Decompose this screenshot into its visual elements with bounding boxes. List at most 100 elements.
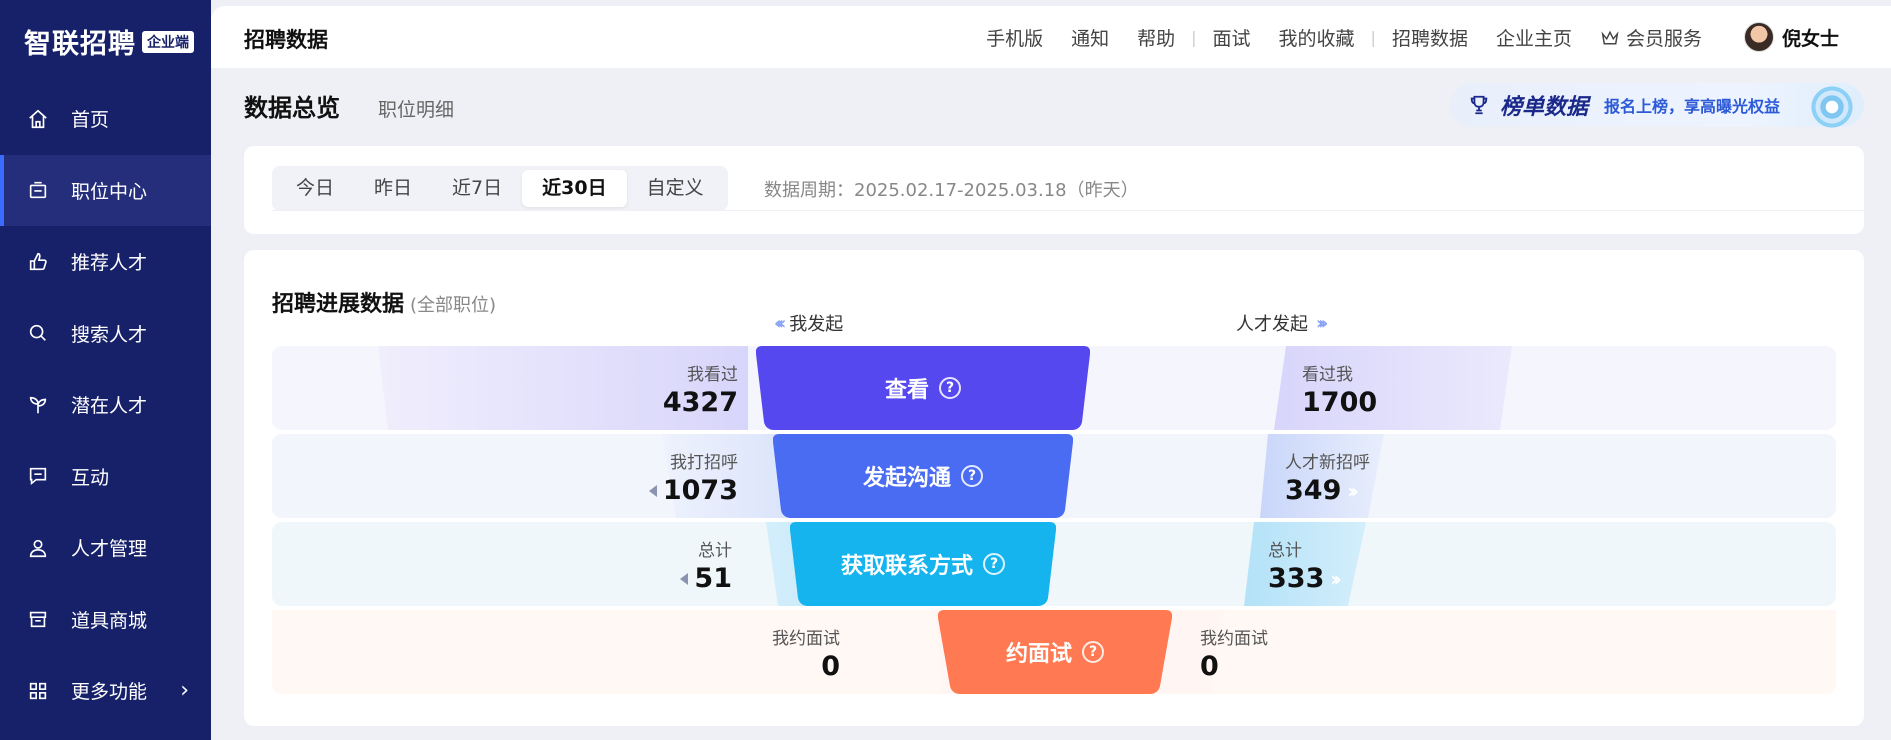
tab-job-detail[interactable]: 职位明细 <box>378 95 454 122</box>
sidebar-item-label: 道具商城 <box>71 609 148 632</box>
user-name: 倪女士 <box>1781 27 1839 50</box>
stat-value: 333 <box>1268 563 1325 594</box>
sidebar-item-label: 推荐人才 <box>71 252 148 275</box>
stat-i-greeted: 我打招呼 1073 <box>648 448 738 506</box>
funnel-stage-contact-label: 获取联系方式 <box>840 554 973 579</box>
range-yesterday[interactable]: 昨日 <box>354 170 432 207</box>
ranking-banner[interactable]: 榜单数据 报名上榜，享高曝光权益 <box>1450 83 1864 131</box>
sidebar-item-label: 潜在人才 <box>71 395 148 418</box>
funnel-stage-view[interactable]: 查看 ? <box>756 346 1090 430</box>
sidebar-item-label: 人才管理 <box>71 538 148 561</box>
help-icon[interactable]: ? <box>1082 641 1104 663</box>
topnav-mobile[interactable]: 手机版 <box>972 24 1057 51</box>
chevron-left-icon: ‹‹‹ <box>774 312 786 334</box>
avatar <box>1743 22 1774 52</box>
tab-overview[interactable]: 数据总览 <box>244 88 340 123</box>
data-period: 数据周期：2025.02.17-2025.03.18（昨天） <box>764 180 1139 201</box>
progress-title-text: 招聘进展数据 <box>272 292 405 317</box>
page-header: 数据总览 职位明细 <box>244 88 454 123</box>
stat-label: 我约面试 <box>1200 629 1268 649</box>
stat-value-wrap: 51 <box>680 563 732 594</box>
sidebar: 智联招聘 企业端 首页 职位中心 推荐人才 搜索人才 潜在人才 互动 人才管理 … <box>0 0 211 740</box>
sidebar-item-talent-mgmt[interactable]: 人才管理 <box>0 512 211 584</box>
topnav-notify[interactable]: 通知 <box>1057 24 1123 51</box>
funnel-stage-view-label: 查看 <box>884 378 929 403</box>
stat-my-contact-total: 总计 51 <box>680 536 732 594</box>
stat-value: 0 <box>1200 651 1219 682</box>
stat-label: 看过我 <box>1302 365 1353 385</box>
funnel-stage-communicate-label: 发起沟通 <box>862 466 951 491</box>
double-chevron-right-icon: ›› <box>1330 566 1342 591</box>
topnav-favorites[interactable]: 我的收藏 <box>1265 24 1369 51</box>
logo-text: 智联招聘 <box>24 29 136 60</box>
sidebar-item-home[interactable]: 首页 <box>0 83 211 155</box>
stat-value: 4327 <box>662 387 738 418</box>
range-custom[interactable]: 自定义 <box>627 170 724 207</box>
stat-value: 1700 <box>1302 387 1378 418</box>
topnav-membership[interactable]: 会员服务 <box>1586 24 1716 51</box>
topnav-company-home[interactable]: 企业主页 <box>1482 24 1586 51</box>
sidebar-item-label: 互动 <box>71 466 110 489</box>
direction-mine-label: 我发起 <box>789 314 844 335</box>
sidebar-item-label: 职位中心 <box>71 180 148 203</box>
swirl-decoration-icon <box>1808 83 1856 131</box>
sidebar-item-jobs[interactable]: 职位中心 <box>0 154 211 226</box>
stat-value: 1073 <box>662 475 738 506</box>
stat-label: 我打招呼 <box>670 453 738 473</box>
double-chevron-right-icon: ›› <box>1347 478 1359 503</box>
sidebar-item-potential[interactable]: 潜在人才 <box>0 369 211 441</box>
help-icon[interactable]: ? <box>939 377 961 399</box>
trophy-icon <box>1470 95 1488 115</box>
store-icon <box>27 608 49 630</box>
page-title: 招聘数据 <box>244 28 328 52</box>
stat-value: 0 <box>821 651 840 682</box>
logo[interactable]: 智联招聘 企业端 <box>24 22 194 61</box>
help-icon[interactable]: ? <box>961 465 983 487</box>
stat-viewed-me: 看过我 1700 <box>1302 360 1377 418</box>
stat-value-wrap: 333 ›› <box>1268 563 1342 594</box>
banner-subtitle: 报名上榜，享高曝光权益 <box>1604 97 1781 116</box>
funnel-stage-interview[interactable]: 约面试 ? <box>938 610 1172 694</box>
topnav-help[interactable]: 帮助 <box>1123 24 1189 51</box>
stat-label: 我约面试 <box>772 629 840 649</box>
sidebar-item-label: 更多功能 <box>71 681 148 704</box>
caret-left-icon <box>680 572 689 585</box>
topnav-recruit-data[interactable]: 招聘数据 <box>1378 24 1482 51</box>
progress-subtitle: (全部职位) <box>410 295 497 316</box>
top-nav: 手机版 通知 帮助 | 面试 我的收藏 | 招聘数据 企业主页 会员服务 倪女士 <box>972 6 1891 68</box>
direction-talent-label: 人才发起 <box>1236 314 1308 335</box>
stat-talent-interview: 我约面试 0 <box>1200 624 1268 682</box>
user-menu[interactable]: 倪女士 <box>1743 22 1839 52</box>
funnel-stage-contact[interactable]: 获取联系方式 ? <box>790 522 1056 606</box>
direction-talent: 人才发起 ››› <box>1236 310 1328 336</box>
sidebar-item-store[interactable]: 道具商城 <box>0 584 211 656</box>
recruit-progress-card: 招聘进展数据 (全部职位) ‹‹‹ 我发起 人才发起 ››› 查看 ? 我看过 4… <box>244 250 1864 726</box>
sidebar-item-more[interactable]: 更多功能 › <box>0 655 211 727</box>
range-7days[interactable]: 近7日 <box>432 170 522 207</box>
progress-title: 招聘进展数据 (全部职位) <box>272 286 496 318</box>
chevron-right-icon: › <box>180 678 189 704</box>
sprout-icon <box>27 394 49 416</box>
stat-label: 总计 <box>698 541 732 561</box>
divider: | <box>1191 27 1197 47</box>
stat-label: 人才新招呼 <box>1285 453 1370 473</box>
topnav-interview[interactable]: 面试 <box>1199 24 1265 51</box>
sidebar-item-interaction[interactable]: 互动 <box>0 441 211 513</box>
chevron-right-icon: ››› <box>1316 312 1328 334</box>
divider: | <box>1370 27 1376 47</box>
sidebar-item-label: 首页 <box>71 109 110 132</box>
job-icon <box>27 179 49 201</box>
sidebar-item-search[interactable]: 搜索人才 <box>0 298 211 370</box>
range-today[interactable]: 今日 <box>276 170 354 207</box>
sidebar-item-recommend[interactable]: 推荐人才 <box>0 226 211 298</box>
help-icon[interactable]: ? <box>983 553 1005 575</box>
topbar: 招聘数据 手机版 通知 帮助 | 面试 我的收藏 | 招聘数据 企业主页 会员服… <box>211 6 1891 68</box>
sidebar-item-label: 搜索人才 <box>71 323 148 346</box>
logo-badge: 企业端 <box>142 30 194 53</box>
stat-talent-contact-total: 总计 333 ›› <box>1268 536 1342 594</box>
funnel-stage-communicate[interactable]: 发起沟通 ? <box>773 434 1073 518</box>
stat-talent-greeted: 人才新招呼 349 ›› <box>1285 448 1370 506</box>
range-30days[interactable]: 近30日 <box>522 170 627 207</box>
funnel-stage-interview-label: 约面试 <box>1005 642 1072 667</box>
stat-label: 总计 <box>1268 541 1302 561</box>
